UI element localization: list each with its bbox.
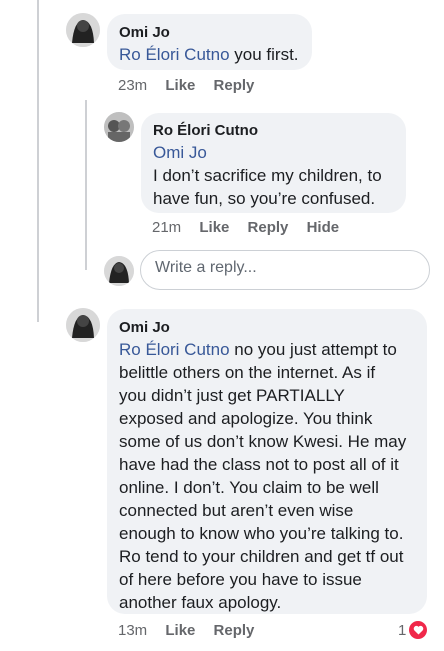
comment-actions-2: 21m Like Reply Hide — [152, 219, 353, 236]
avatar-omi-jo[interactable] — [66, 308, 100, 342]
comment-actions-3: 13m Like Reply — [118, 622, 268, 639]
comment-author[interactable]: Omi Jo — [119, 318, 415, 338]
avatar-ro-elori-cutno[interactable] — [104, 112, 134, 142]
comment-time[interactable]: 13m — [118, 622, 147, 639]
comment-text-line: have had the class not to post all of it — [119, 455, 399, 474]
mention-link[interactable]: Ro Élori Cutno — [119, 45, 230, 64]
heart-icon — [408, 620, 429, 640]
like-button[interactable]: Like — [165, 622, 195, 639]
comment-bubble-3: Omi Jo Ro Élori Cutno no you just attemp… — [107, 309, 427, 614]
comment-text-line: another faux apology. — [119, 593, 282, 612]
reply-button[interactable]: Reply — [214, 622, 255, 639]
comment-text-line: I don’t sacrifice my children, to — [153, 166, 382, 185]
comment-text-line: you didn’t just get PARTIALLY — [119, 386, 345, 405]
comment-author[interactable]: Ro Élori Cutno — [153, 121, 394, 141]
reaction-summary[interactable]: 1 — [398, 620, 429, 640]
comment-text-line: some of us don’t know Kwesi. He may — [119, 432, 407, 451]
comment-text-line: online. I don’t. You claim to be well — [119, 478, 379, 497]
reply-placeholder: Write a reply... — [155, 259, 257, 276]
like-button[interactable]: Like — [199, 219, 229, 236]
comment-author[interactable]: Omi Jo — [119, 23, 300, 43]
comment-text-line: Ro tend to your children and get tf out — [119, 547, 404, 566]
comment-text-line: of here before you have to issue — [119, 570, 362, 589]
comment-text-line: exposed and apologize. You think — [119, 409, 373, 428]
reaction-count: 1 — [398, 621, 407, 639]
avatar-current-user — [104, 256, 134, 286]
comment-text-line: have fun, so you’re confused. — [153, 189, 376, 208]
comment-text-line: connected but aren’t even wise — [119, 501, 354, 520]
comment-time[interactable]: 21m — [152, 219, 181, 236]
comment-bubble-2: Ro Élori Cutno Omi Jo I don’t sacrifice … — [141, 113, 406, 213]
comment-text: you first. — [229, 45, 299, 64]
thread-line-inner — [85, 100, 87, 270]
comment-time[interactable]: 23m — [118, 77, 147, 94]
comment-actions-1: 23m Like Reply — [118, 77, 268, 94]
reply-input[interactable]: Write a reply... — [140, 250, 430, 290]
comment-bubble-1: Omi Jo Ro Élori Cutno you first. — [107, 14, 312, 70]
comment-text-line: belittle others on the internet. As if — [119, 363, 376, 382]
reply-button[interactable]: Reply — [248, 219, 289, 236]
like-button[interactable]: Like — [165, 77, 195, 94]
reply-button[interactable]: Reply — [214, 77, 255, 94]
mention-link[interactable]: Ro Élori Cutno — [119, 340, 230, 359]
comment-text: no you just attempt to — [229, 340, 397, 359]
mention-link[interactable]: Omi Jo — [153, 141, 394, 164]
comment-text-line: enough to know who you’re talking to. — [119, 524, 404, 543]
avatar-omi-jo[interactable] — [66, 13, 100, 47]
hide-button[interactable]: Hide — [307, 219, 340, 236]
thread-line-outer — [37, 0, 39, 322]
